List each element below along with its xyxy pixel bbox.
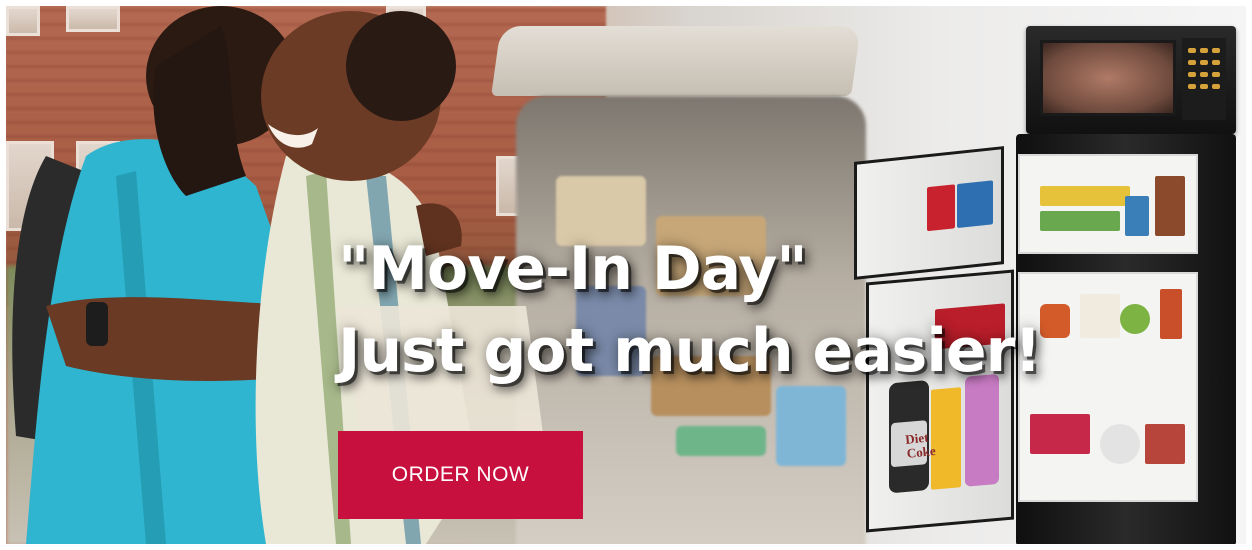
microwave-window [1040,40,1176,116]
cargo-bin [676,426,766,456]
order-now-button[interactable]: ORDER NOW [338,431,583,519]
headline-line-2: Just got much easier! [338,316,1042,386]
microwave [1026,26,1236,134]
microwave-control-panel [1182,38,1226,120]
hero-headline: "Move-In Day" Just got much easier! [338,228,1238,392]
headline-line-1: "Move-In Day" [338,234,808,304]
soda-bottle-label: Diet Coke [904,429,937,461]
hero-banner: Diet Coke "Move-In Day" Just got much ea… [6,6,1246,544]
